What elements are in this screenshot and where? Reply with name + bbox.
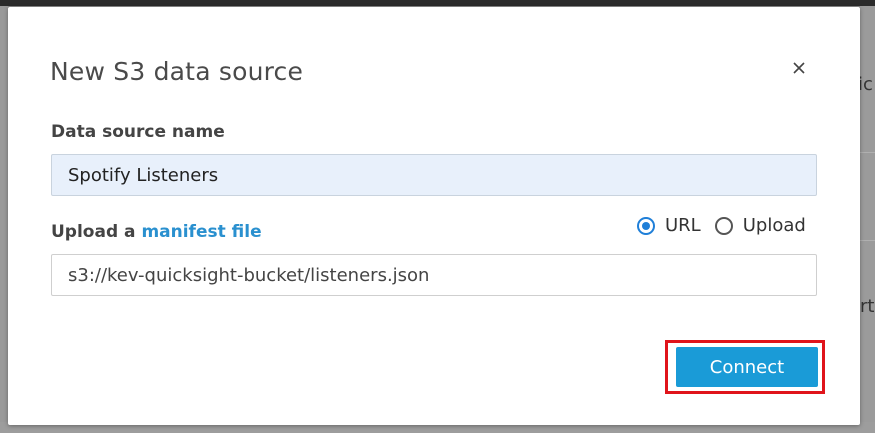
manifest-file-link[interactable]: manifest file [141,222,261,242]
radio-url-button[interactable] [637,216,655,235]
manifest-url-input[interactable]: s3://kev-quicksight-bucket/listeners.jso… [51,254,817,296]
data-source-name-value: Spotify Listeners [68,164,219,186]
data-source-name-input[interactable]: Spotify Listeners [51,154,817,196]
upload-label-text: Upload a [51,222,142,242]
app-top-bar [0,0,875,6]
app-divider [860,240,875,241]
new-s3-data-source-dialog: New S3 data source Data source name Spot… [8,7,860,425]
app-right-panel [860,6,875,433]
upload-manifest-label: Upload a manifest file [51,222,262,242]
dialog-title: New S3 data source [50,57,304,86]
manifest-url-value: s3://kev-quicksight-bucket/listeners.jso… [68,264,430,286]
app-background-text: ic [858,74,873,95]
radio-upload-button[interactable] [714,216,733,235]
radio-url[interactable]: URL [637,215,701,236]
manifest-source-options: URL Upload [637,215,806,236]
app-divider [860,152,875,153]
close-icon [793,62,805,74]
close-button[interactable] [788,57,810,79]
app-background-text: rt [860,296,875,317]
data-source-name-label: Data source name [51,122,225,142]
radio-upload-label: Upload [742,215,806,236]
app-left-edge [0,6,8,422]
radio-upload[interactable]: Upload [714,215,806,236]
connect-button[interactable]: Connect [676,347,818,387]
radio-url-label: URL [665,215,701,236]
